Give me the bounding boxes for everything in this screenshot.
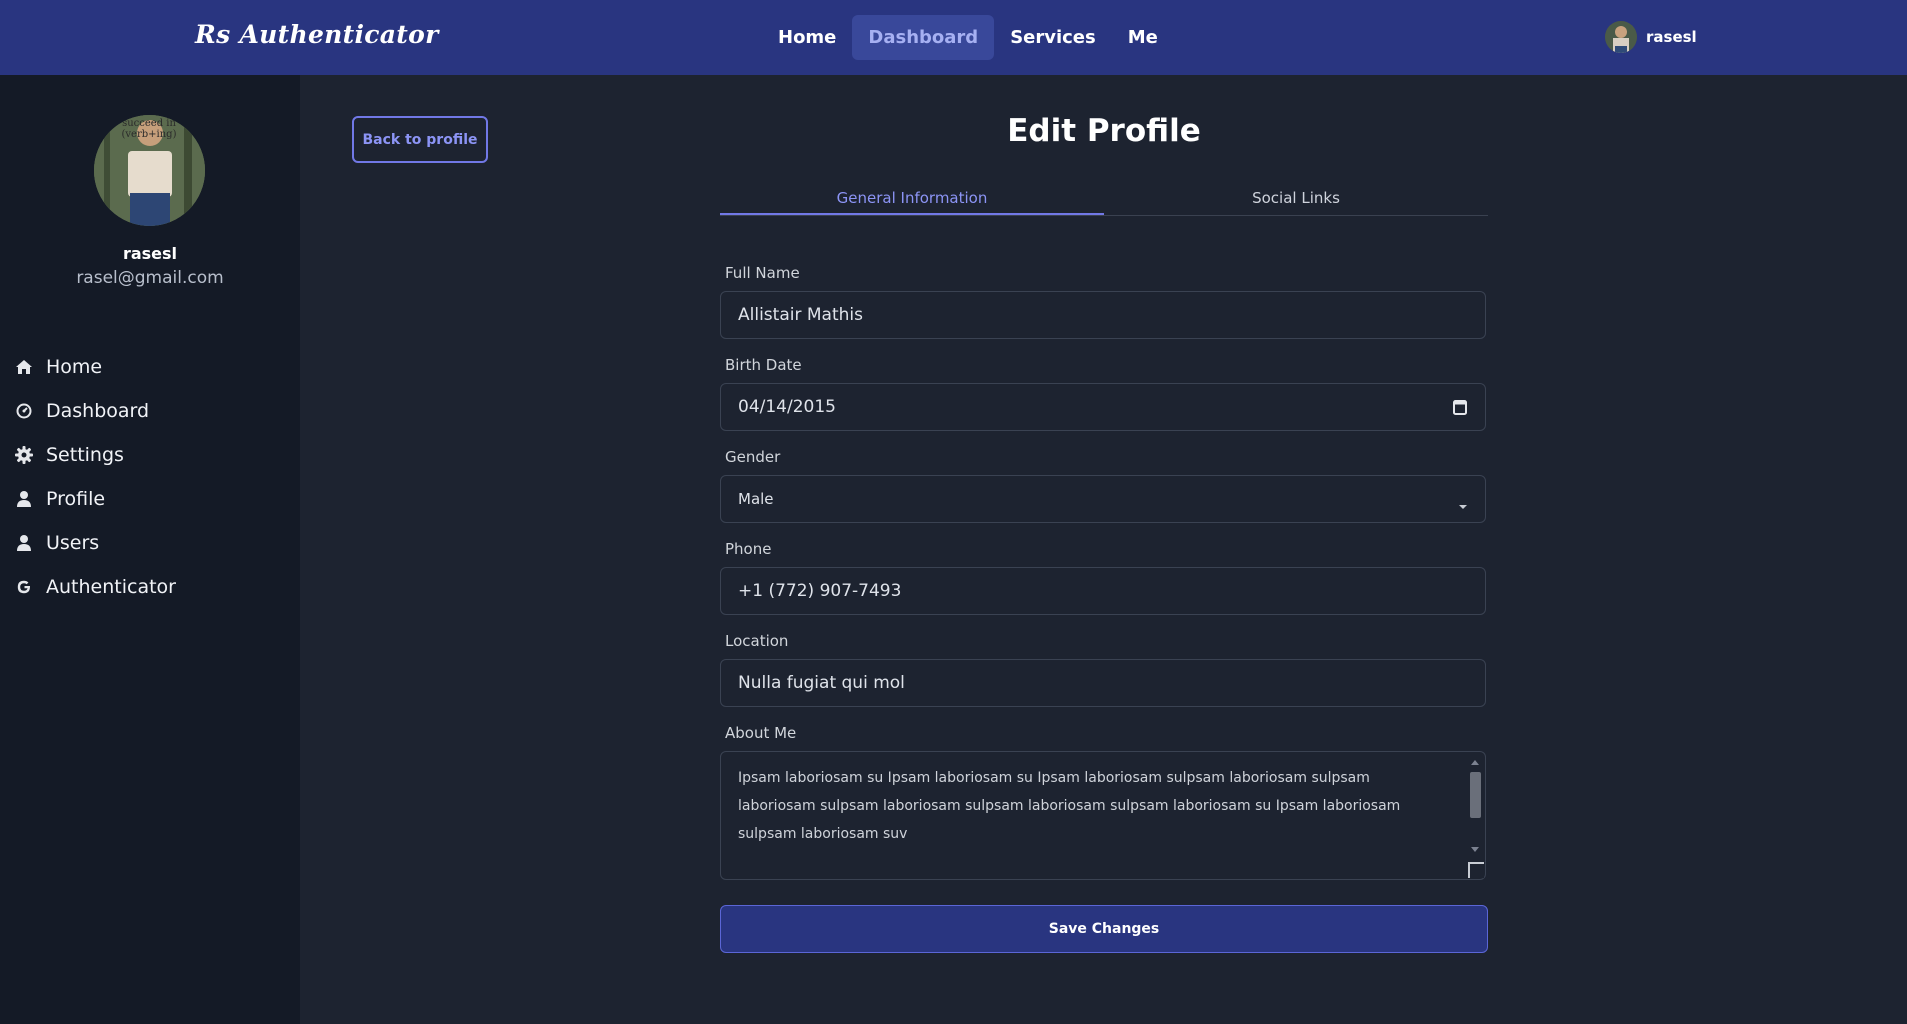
header-avatar[interactable] (1605, 21, 1637, 53)
about-me-value: Ipsam laboriosam su Ipsam laboriosam su … (738, 770, 1401, 842)
main-nav: Home Dashboard Services Me (762, 15, 1174, 60)
sidebar-item-profile[interactable]: Profile (14, 477, 176, 521)
user-menu[interactable]: rasesl (1605, 21, 1697, 53)
location-field[interactable]: Nulla fugiat qui mol (720, 659, 1486, 707)
edit-profile-form: Full Name Allistair Mathis Birth Date 04… (720, 263, 1488, 880)
full-name-label: Full Name (725, 264, 800, 282)
sidebar-item-users[interactable]: Users (14, 521, 176, 565)
sidebar-item-label: Dashboard (46, 400, 150, 422)
sidebar-item-label: Settings (46, 444, 124, 466)
svg-text:(verb+ing): (verb+ing) (122, 129, 177, 140)
sidebar-item-home[interactable]: Home (14, 345, 176, 389)
phone-field[interactable]: +1 (772) 907-7493 (720, 567, 1486, 615)
profile-avatar: succeed in (verb+ing) (94, 115, 205, 226)
avatar-shirt-text: succeed in (122, 118, 176, 129)
tab-social-links[interactable]: Social Links (1104, 183, 1488, 215)
scroll-up-arrow-icon[interactable] (1471, 760, 1479, 765)
gender-value: Male (738, 490, 774, 508)
sidebar-menu: Home Dashboard Settings Profile Users Au… (14, 345, 176, 609)
location-value: Nulla fugiat qui mol (738, 673, 905, 693)
back-to-profile-button[interactable]: Back to profile (352, 116, 488, 163)
phone-label: Phone (725, 540, 772, 558)
textarea-scrollbar[interactable] (1469, 758, 1481, 854)
scroll-thumb[interactable] (1470, 772, 1481, 818)
scroll-down-arrow-icon[interactable] (1471, 847, 1479, 852)
about-me-textarea[interactable]: Ipsam laboriosam su Ipsam laboriosam su … (720, 751, 1486, 880)
sidebar-item-label: Authenticator (46, 576, 176, 598)
page-title: Edit Profile (1007, 113, 1201, 149)
sidebar: succeed in (verb+ing) rasesl rasel@gmail… (0, 75, 300, 1024)
birth-date-field[interactable]: 04/14/2015 (720, 383, 1486, 431)
profile-tabs: General Information Social Links (720, 183, 1488, 216)
gear-icon (14, 445, 34, 465)
top-navbar: Rs Authenticator Home Dashboard Services… (0, 0, 1907, 75)
gender-label: Gender (725, 448, 781, 466)
location-label: Location (725, 632, 789, 650)
sidebar-item-authenticator[interactable]: Authenticator (14, 565, 176, 609)
sidebar-item-label: Users (46, 532, 100, 554)
sidebar-item-dashboard[interactable]: Dashboard (14, 389, 176, 433)
user-icon (14, 489, 34, 509)
brand-logo[interactable]: Rs Authenticator (195, 20, 439, 49)
profile-name: rasesl (122, 244, 178, 263)
google-g-icon (14, 577, 34, 597)
nav-home[interactable]: Home (762, 15, 852, 60)
birth-date-label: Birth Date (725, 356, 802, 374)
gender-select[interactable]: Male (720, 475, 1486, 523)
users-icon (14, 533, 34, 553)
dashboard-gauge-icon (14, 401, 34, 421)
about-me-label: About Me (725, 724, 797, 742)
sidebar-item-settings[interactable]: Settings (14, 433, 176, 477)
nav-dashboard[interactable]: Dashboard (852, 15, 995, 60)
home-icon (14, 357, 34, 377)
save-changes-button[interactable]: Save Changes (720, 905, 1488, 953)
chevron-down-icon (1458, 496, 1468, 514)
phone-value: +1 (772) 907-7493 (738, 581, 902, 601)
tab-general-information[interactable]: General Information (720, 183, 1104, 215)
profile-email: rasel@gmail.com (76, 268, 224, 288)
birth-date-value: 04/14/2015 (738, 397, 836, 417)
full-name-value: Allistair Mathis (738, 305, 863, 325)
resize-handle-icon[interactable] (1468, 862, 1484, 878)
nav-me[interactable]: Me (1112, 15, 1174, 60)
sidebar-item-label: Profile (46, 488, 106, 510)
nav-services[interactable]: Services (994, 15, 1112, 60)
full-name-field[interactable]: Allistair Mathis (720, 291, 1486, 339)
sidebar-item-label: Home (46, 356, 103, 378)
calendar-icon[interactable] (1452, 398, 1468, 421)
header-username[interactable]: rasesl (1646, 28, 1697, 46)
